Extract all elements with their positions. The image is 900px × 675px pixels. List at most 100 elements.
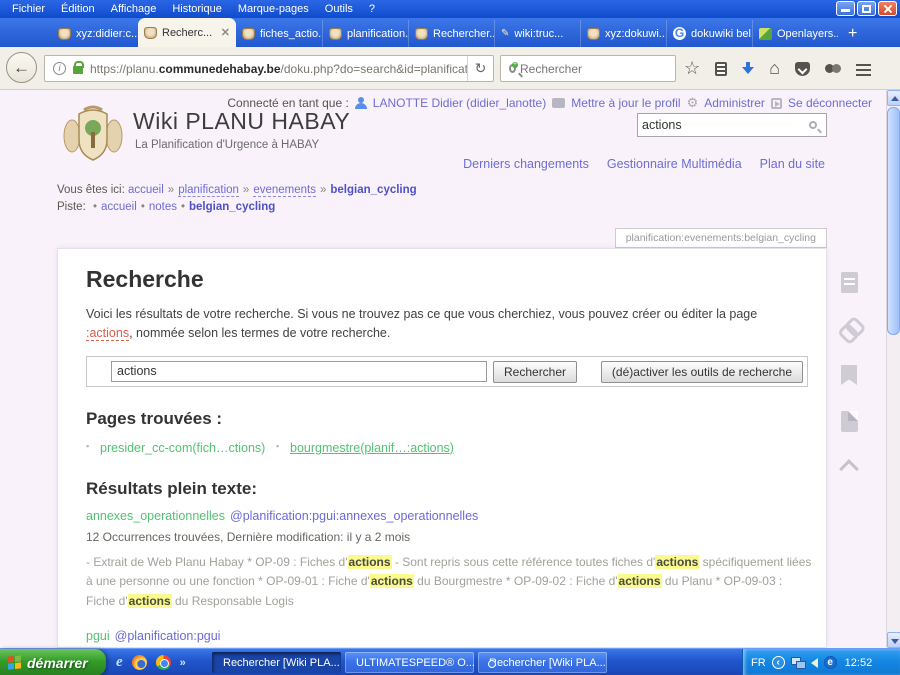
tab-fiches-actions[interactable]: fiches_actio...	[236, 20, 322, 47]
permalink-icon[interactable]	[834, 314, 864, 344]
trace-belgian-cycling[interactable]: belgian_cycling	[189, 201, 275, 213]
back-button[interactable]: ←	[6, 52, 37, 83]
tab-xyz-dokuwiki[interactable]: xyz:dokuwi...	[580, 20, 666, 47]
tab-wiki-truc[interactable]: ✎wiki:truc...	[494, 20, 580, 47]
minimize-button[interactable]	[836, 1, 855, 16]
vertical-scrollbar[interactable]	[886, 90, 900, 648]
tab-xyz-didier[interactable]: xyz:didier:c...	[52, 20, 138, 47]
home-icon[interactable]: ⌂	[769, 58, 780, 79]
crumb-evenements[interactable]: evenements	[253, 184, 316, 197]
menu-edition[interactable]: Édition	[53, 3, 103, 15]
pocket-icon[interactable]	[795, 62, 810, 76]
task-chrome-recherche[interactable]: Rechercher [Wiki PLA...	[478, 652, 607, 673]
search-tools-button[interactable]: (dé)activer les outils de recherche	[601, 361, 803, 383]
update-profile-link[interactable]: Mettre à jour le profil	[571, 96, 680, 110]
hide-icons-chevron-icon[interactable]: ‹	[772, 656, 785, 669]
profile-card-icon	[552, 98, 565, 108]
search-intro: Voici les résultats de votre recherche. …	[86, 305, 776, 343]
media-manager-link[interactable]: Gestionnaire Multimédia	[607, 157, 742, 171]
site-tagline: La Planification d'Urgence à HABAY	[135, 139, 319, 151]
https-lock-icon[interactable]	[73, 66, 83, 74]
tab-planification[interactable]: planification...	[322, 20, 408, 47]
url-bar[interactable]: i https://planu.communedehabay.be/doku.p…	[44, 55, 494, 82]
url-text[interactable]: https://planu.communedehabay.be/doku.php…	[90, 62, 467, 76]
result-link-pgui[interactable]: pgui	[86, 629, 110, 643]
menu-outils[interactable]: Outils	[317, 3, 361, 15]
tab-rechercher[interactable]: Rechercher...	[408, 20, 494, 47]
bookmark-star-icon[interactable]: ☆	[684, 55, 700, 82]
tab-recherche-active[interactable]: Recherc...✕	[138, 18, 236, 47]
scroll-down-button[interactable]	[887, 632, 900, 648]
search-submit-button[interactable]: Rechercher	[493, 361, 577, 383]
page-link-presider[interactable]: presider_cc-com(fich…ctions)	[100, 439, 276, 458]
minimize-icon	[841, 9, 850, 12]
trace-accueil[interactable]: accueil	[101, 201, 137, 213]
crumb-accueil[interactable]: accueil	[128, 184, 164, 196]
menu-affichage[interactable]: Affichage	[103, 3, 165, 15]
volume-icon[interactable]	[811, 658, 818, 668]
task-ultimatespeed[interactable]: ULTIMATESPEED® O...	[345, 652, 474, 673]
user-icon	[355, 97, 367, 109]
browser-search-input[interactable]	[520, 62, 675, 76]
language-indicator[interactable]: FR	[751, 657, 766, 669]
administer-link[interactable]: Administrer	[704, 96, 765, 110]
crest-favicon	[329, 28, 342, 40]
scroll-up-button[interactable]	[887, 90, 900, 106]
trace-notes[interactable]: notes	[149, 201, 177, 213]
save-bookmark-icon[interactable]	[841, 365, 857, 385]
close-button[interactable]	[878, 1, 897, 16]
page-search-input[interactable]	[111, 361, 487, 382]
start-button[interactable]: démarrer	[0, 649, 106, 675]
chrome-icon[interactable]	[156, 655, 171, 670]
scrollbar-thumb[interactable]	[887, 107, 900, 335]
wiki-search-input[interactable]	[638, 118, 809, 132]
export-pdf-icon[interactable]	[841, 411, 858, 432]
logout-icon	[771, 98, 782, 109]
sitemap-link[interactable]: Plan du site	[760, 157, 825, 171]
wiki-search-box[interactable]	[637, 113, 827, 137]
messenger-icon[interactable]: e	[824, 656, 837, 669]
result-snippet: - Extrait de Web Planu Habay * OP-09 : F…	[86, 553, 812, 611]
network-icon[interactable]	[791, 657, 805, 669]
crumb-belgian-cycling[interactable]: belgian_cycling	[330, 184, 416, 196]
back-to-top-icon[interactable]	[839, 459, 859, 479]
logout-link[interactable]: Se déconnecter	[788, 96, 872, 110]
tab-openlayers[interactable]: Openlayers...	[752, 20, 838, 47]
taskbar: démarrer e » Rechercher [Wiki PLA... ULT…	[0, 648, 900, 675]
browser-search-box[interactable]: +	[500, 55, 676, 82]
search-engine-icon[interactable]: +	[509, 64, 516, 73]
system-tray: FR ‹ e 12:52	[742, 649, 900, 675]
reload-icon[interactable]: ↻	[467, 56, 493, 81]
extension-icon[interactable]	[825, 62, 841, 76]
search-icon[interactable]	[809, 121, 817, 129]
user-profile-link[interactable]: LANOTTE Didier (didier_lanotte)	[373, 96, 546, 110]
result-link-annexes[interactable]: annexes_operationnelles	[86, 509, 225, 523]
task-firefox-recherche[interactable]: Rechercher [Wiki PLA...	[212, 652, 341, 673]
site-info-icon[interactable]: i	[53, 62, 66, 75]
breadcrumbs: Vous êtes ici: accueil»planification»eve…	[57, 182, 417, 216]
menu-aide[interactable]: ?	[361, 3, 383, 15]
page-link-bourgmestre[interactable]: bourgmestre(planif…:actions)	[290, 439, 466, 458]
tab-dokuwiki-google[interactable]: Gdokuwiki bel...	[666, 20, 752, 47]
menu-historique[interactable]: Historique	[164, 3, 230, 15]
hamburger-menu-icon[interactable]	[856, 64, 871, 66]
openlayers-favicon	[759, 28, 772, 40]
menu-marque-pages[interactable]: Marque-pages	[230, 3, 317, 15]
downloads-icon[interactable]	[742, 62, 754, 76]
result-namespace: @planification:pgui:annexes_operationnel…	[230, 509, 478, 523]
restore-button[interactable]	[857, 1, 876, 16]
internet-explorer-icon[interactable]: e	[116, 654, 123, 671]
export-page-icon[interactable]	[841, 272, 858, 293]
quick-launch-overflow-icon[interactable]: »	[180, 657, 186, 669]
highlight: actions	[655, 555, 699, 569]
crumb-planification[interactable]: planification	[178, 184, 239, 197]
library-icon[interactable]	[715, 62, 727, 76]
create-page-link[interactable]: :actions	[86, 326, 129, 341]
tab-close-icon[interactable]: ✕	[221, 26, 230, 39]
recent-changes-link[interactable]: Derniers changements	[463, 157, 589, 171]
new-tab-button[interactable]: +	[838, 20, 867, 47]
site-title[interactable]: Wiki PLANU HABAY	[133, 108, 350, 135]
menu-fichier[interactable]: Fichier	[4, 3, 53, 15]
result-meta: 12 Occurrences trouvées, Dernière modifi…	[86, 530, 806, 544]
firefox-icon[interactable]	[132, 655, 147, 670]
